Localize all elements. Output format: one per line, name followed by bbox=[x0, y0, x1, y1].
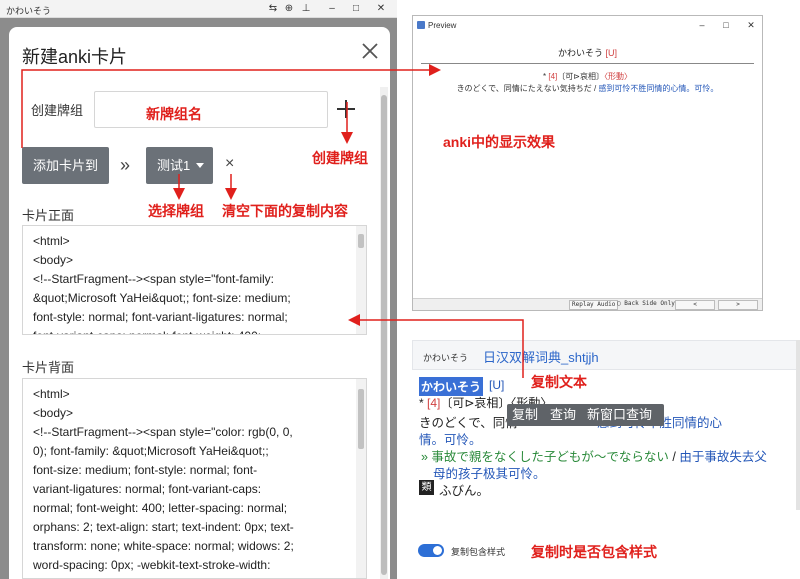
annotation-arrows bbox=[21, 64, 524, 378]
arrow-to-preview bbox=[21, 64, 441, 148]
arrow-copy-to-front bbox=[348, 314, 524, 378]
